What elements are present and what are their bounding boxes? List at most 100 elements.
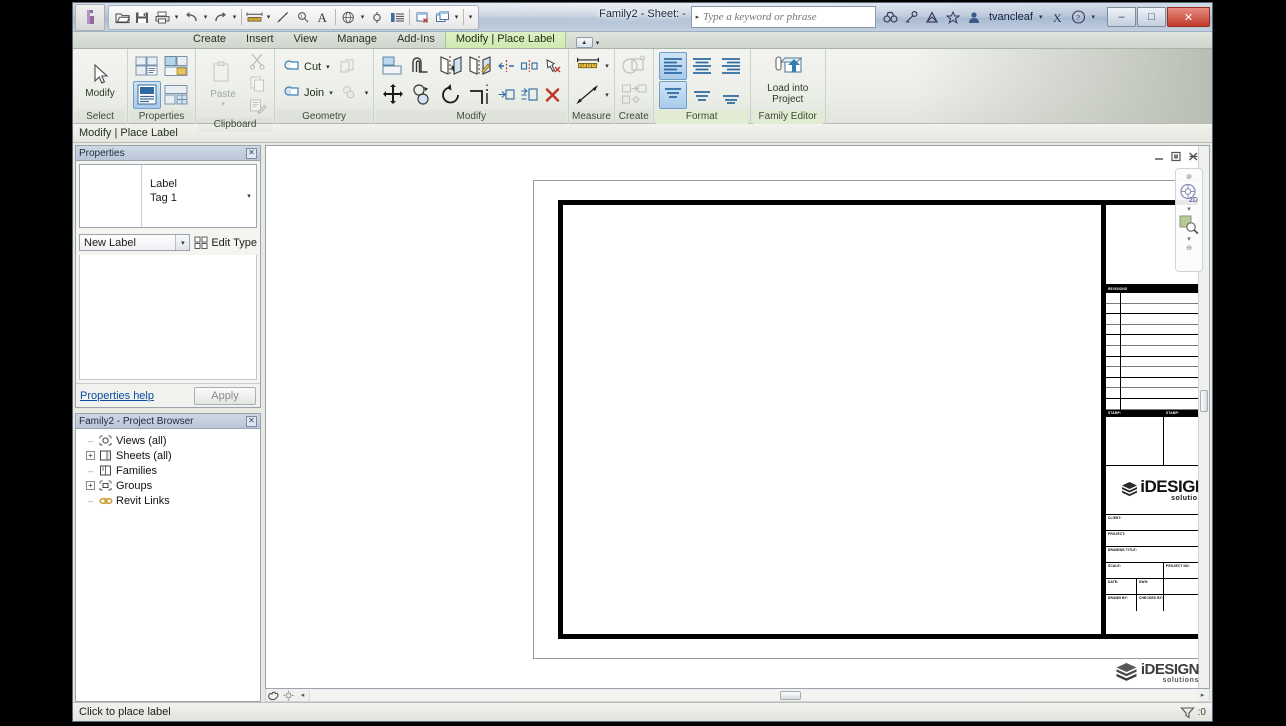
align-bottom-button[interactable] <box>717 81 745 109</box>
pan-hand-icon[interactable] <box>266 689 281 701</box>
save-icon[interactable] <box>132 7 152 28</box>
close-view-icon[interactable] <box>1188 149 1199 167</box>
align-right-button[interactable] <box>717 52 745 80</box>
measure-dropdown-arrow-ribbon[interactable]: ▾ <box>603 62 609 70</box>
tree-item-groups[interactable]: + Groups <box>78 478 258 493</box>
tree-item-views-all[interactable]: – Views (all) <box>78 433 258 448</box>
align-center-button[interactable] <box>688 52 716 80</box>
mirror-draw-axis-icon[interactable] <box>466 52 494 80</box>
tab-manage[interactable]: Manage <box>327 31 387 48</box>
measure-icon[interactable] <box>244 7 264 28</box>
steering-wheel-dropdown-arrow[interactable]: ▾ <box>1187 205 1191 213</box>
sun-path-icon[interactable] <box>281 689 296 701</box>
trim-extend-icon[interactable] <box>466 81 494 109</box>
modify-button[interactable]: Modify <box>78 51 122 109</box>
subscription-key-icon[interactable] <box>901 6 922 28</box>
cut-dropdown-arrow[interactable]: ▾ <box>324 63 330 71</box>
type-selector-dropdown-arrow[interactable]: ▾ <box>242 165 256 227</box>
exchange-apps-icon[interactable]: X <box>1047 6 1068 28</box>
align-top-button[interactable] <box>658 80 687 109</box>
ribbon-collapse-dropdown-arrow[interactable]: ▾ <box>596 39 600 47</box>
application-menu-button[interactable] <box>75 3 105 31</box>
ribbon-collapse-icon[interactable]: ▲ <box>575 37 593 48</box>
switch-windows-dropdown-arrow[interactable]: ▾ <box>452 7 461 28</box>
canvas-horizontal-scrollbar[interactable] <box>309 689 1196 701</box>
copy-icon[interactable] <box>247 73 269 95</box>
tag-icon[interactable]: 1 <box>293 7 313 28</box>
family-types-icon[interactable] <box>162 81 190 109</box>
horizontal-scroll-thumb[interactable] <box>780 690 801 700</box>
sheet-view[interactable]: REVISIONS STAMP: STAMP: iDESIGN solution… <box>533 180 1209 659</box>
aligned-dimension-ribbon-icon[interactable] <box>574 81 602 109</box>
navbar-menu-icon[interactable]: ⊘ <box>1186 173 1192 181</box>
split-element-icon[interactable] <box>495 55 517 77</box>
close-hidden-windows-icon[interactable] <box>412 7 432 28</box>
customize-qat-arrow[interactable]: ▾ <box>466 7 475 28</box>
scale-icon[interactable] <box>518 84 540 106</box>
properties-grid[interactable] <box>79 255 257 380</box>
user-avatar-icon[interactable] <box>964 6 985 28</box>
offset-icon[interactable] <box>408 52 436 80</box>
cut-button[interactable]: Cut ▾ <box>280 55 334 79</box>
minimize-button[interactable]: – <box>1107 7 1136 27</box>
join-dropdown-arrow[interactable]: ▾ <box>327 89 333 97</box>
rotate-icon[interactable] <box>437 81 465 109</box>
align-icon[interactable] <box>379 52 407 80</box>
steering-wheel-2d-icon[interactable]: 2D <box>1178 182 1200 204</box>
close-icon[interactable]: ✕ <box>246 415 257 427</box>
redo-icon[interactable] <box>210 7 230 28</box>
tab-insert[interactable]: Insert <box>236 31 284 48</box>
create-similar-icon[interactable] <box>620 52 648 80</box>
help-dropdown-arrow[interactable]: ▾ <box>1089 13 1100 21</box>
tab-create[interactable]: Create <box>183 31 236 48</box>
switch-windows-icon[interactable] <box>432 7 452 28</box>
info-center-search[interactable]: ▸ <box>690 6 876 28</box>
zoom-tools-dropdown-arrow[interactable]: ▾ <box>1187 235 1191 243</box>
array-icon[interactable] <box>495 84 517 106</box>
expander-icon[interactable]: + <box>86 481 95 490</box>
load-into-project-button[interactable]: Load into Project <box>756 51 820 109</box>
account-dropdown-arrow[interactable]: ▾ <box>1037 13 1048 21</box>
aligned-dimension-icon[interactable] <box>273 7 293 28</box>
favorites-star-icon[interactable] <box>943 6 964 28</box>
move-icon[interactable] <box>379 81 407 109</box>
close-icon[interactable]: ✕ <box>246 147 257 159</box>
print-icon[interactable] <box>152 7 172 28</box>
help-icon[interactable]: ? <box>1068 6 1089 28</box>
measure-dropdown-arrow[interactable]: ▾ <box>264 7 273 28</box>
match-type-properties-icon[interactable] <box>247 96 269 118</box>
edit-type-button[interactable]: Edit Type <box>194 236 257 249</box>
print-dropdown-arrow[interactable]: ▾ <box>172 7 181 28</box>
dimension-dropdown-arrow[interactable]: ▾ <box>603 91 609 99</box>
view3d-dropdown-arrow[interactable]: ▾ <box>358 7 367 28</box>
search-input[interactable] <box>702 8 875 26</box>
family-category-icon[interactable] <box>162 52 190 80</box>
type-properties-icon[interactable] <box>133 52 161 80</box>
mirror-pick-axis-icon[interactable] <box>437 52 465 80</box>
thin-lines-icon[interactable] <box>387 7 407 28</box>
search-binoculars-icon[interactable] <box>880 6 901 28</box>
apply-button[interactable]: Apply <box>194 386 256 405</box>
drawing-canvas[interactable]: ⊘ 2D ▾ ▾ ⊖ REVISIONS STAMP: STAMP: iDESI… <box>265 145 1210 689</box>
delete-icon[interactable] <box>541 84 563 106</box>
tab-modify-place-label[interactable]: Modify | Place Label <box>444 31 566 48</box>
tab-view[interactable]: View <box>284 31 328 48</box>
paste-button[interactable]: Paste ▾ <box>201 55 245 113</box>
search-dropdown-arrow[interactable]: ▸ <box>692 13 703 21</box>
scroll-left-arrow-icon[interactable]: ◂ <box>296 690 309 701</box>
undo-icon[interactable] <box>181 7 201 28</box>
default-3d-view-icon[interactable] <box>338 7 358 28</box>
close-button[interactable]: ✕ <box>1167 7 1210 27</box>
align-middle-button[interactable] <box>688 81 716 109</box>
create-group-icon[interactable] <box>620 81 648 109</box>
switch-join-order-icon[interactable] <box>339 82 361 104</box>
cut-geometry-icon[interactable] <box>336 56 358 78</box>
text-icon[interactable]: A <box>313 7 333 28</box>
cut-scissors-icon[interactable] <box>247 50 269 72</box>
ribbon-display-options[interactable]: ▲ ▾ <box>575 37 600 48</box>
expander-icon[interactable]: + <box>86 451 95 460</box>
tree-item-sheets-all[interactable]: + Sheets (all) <box>78 448 258 463</box>
properties-help-link[interactable]: Properties help <box>80 390 154 402</box>
scroll-right-arrow-icon[interactable]: ▸ <box>1196 690 1209 701</box>
type-selector[interactable]: Label Tag 1 ▾ <box>79 164 257 228</box>
